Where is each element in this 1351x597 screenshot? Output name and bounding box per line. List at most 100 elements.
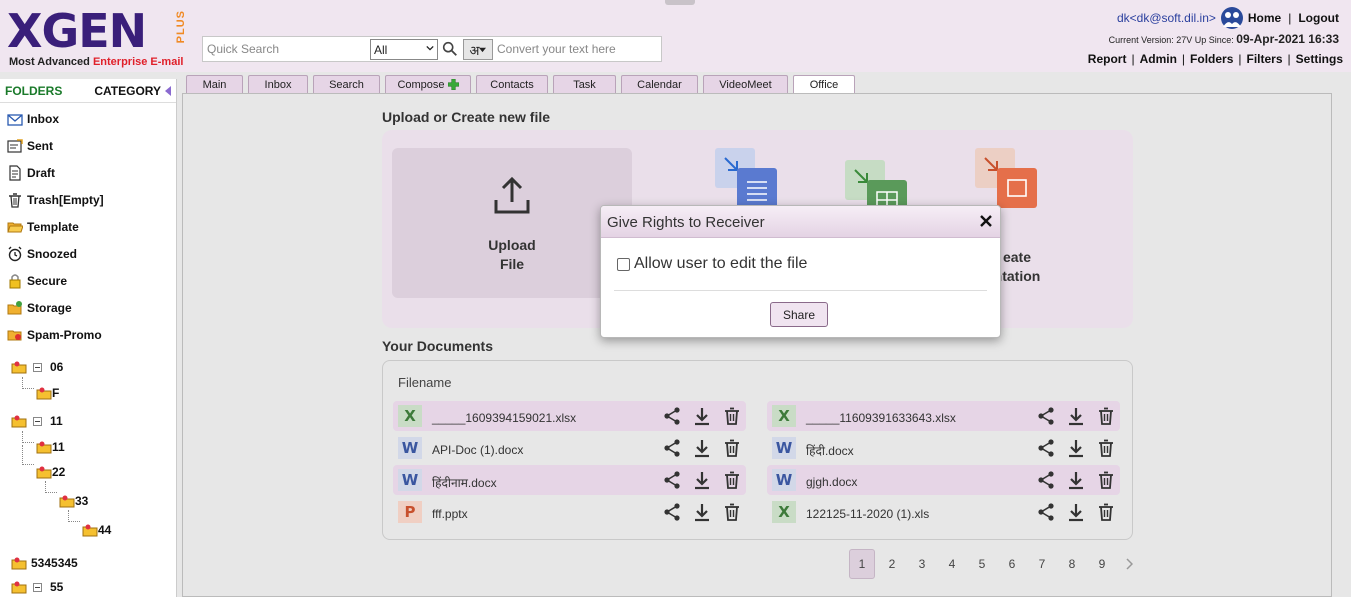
share-icon[interactable] bbox=[662, 406, 682, 426]
trash-icon[interactable] bbox=[1096, 438, 1116, 458]
trash-icon[interactable] bbox=[1096, 406, 1116, 426]
language-toggle-button[interactable]: अ bbox=[463, 39, 493, 60]
settings-link[interactable]: Settings bbox=[1296, 52, 1343, 66]
allow-edit-checkbox[interactable] bbox=[617, 257, 630, 271]
page-4-button[interactable]: 4 bbox=[939, 549, 965, 579]
file-name[interactable]: gjgh.docx bbox=[806, 475, 1036, 489]
download-icon[interactable] bbox=[692, 406, 712, 426]
tab-videomeet[interactable]: VideoMeet bbox=[703, 75, 788, 93]
search-filter-select[interactable]: All bbox=[370, 39, 438, 60]
tab-compose[interactable]: Compose bbox=[385, 75, 471, 93]
page-9-button[interactable]: 9 bbox=[1089, 549, 1115, 579]
tab-search[interactable]: Search bbox=[313, 75, 380, 93]
trash-icon[interactable] bbox=[722, 406, 742, 426]
sidebar-item-draft[interactable]: Draft bbox=[7, 165, 55, 181]
tab-office[interactable]: Office bbox=[793, 75, 855, 94]
convert-text-input[interactable] bbox=[495, 37, 661, 61]
search-icon[interactable] bbox=[441, 40, 459, 58]
sidebar-item-sent[interactable]: Sent bbox=[7, 138, 53, 154]
tree-item-22[interactable]: 22 bbox=[36, 464, 65, 480]
share-icon[interactable] bbox=[662, 502, 682, 522]
user-avatar-icon[interactable] bbox=[1220, 6, 1244, 30]
upload-file-card[interactable]: Upload File bbox=[392, 148, 632, 298]
page-6-button[interactable]: 6 bbox=[999, 549, 1025, 579]
next-page-chevron-icon[interactable] bbox=[1119, 549, 1139, 579]
sidebar-item-trash[interactable]: Trash[Empty] bbox=[7, 192, 104, 208]
sidebar-item-template[interactable]: Template bbox=[7, 219, 79, 235]
folders-link[interactable]: Folders bbox=[1190, 52, 1233, 66]
trash-icon[interactable] bbox=[1096, 470, 1116, 490]
download-icon[interactable] bbox=[692, 502, 712, 522]
tree-item-f[interactable]: F bbox=[36, 385, 59, 401]
sidebar-item-spam-promo[interactable]: Spam-Promo bbox=[7, 327, 102, 343]
page-5-button[interactable]: 5 bbox=[969, 549, 995, 579]
tree-item-5345345[interactable]: 5345345 bbox=[11, 555, 78, 571]
tree-item-55[interactable]: 55 bbox=[11, 579, 63, 595]
download-icon[interactable] bbox=[692, 470, 712, 490]
document-row[interactable]: W API-Doc (1).docx bbox=[393, 433, 746, 463]
sidebar-item-snoozed[interactable]: Snoozed bbox=[7, 246, 77, 262]
page-1-button[interactable]: 1 bbox=[849, 549, 875, 579]
close-icon[interactable] bbox=[976, 211, 996, 231]
quick-search-input[interactable] bbox=[203, 37, 369, 61]
file-name[interactable]: हिंदी.docx bbox=[806, 442, 1036, 459]
document-row[interactable]: X _____11609391633643.xlsx bbox=[767, 401, 1120, 431]
share-icon[interactable] bbox=[1036, 438, 1056, 458]
tree-item-33[interactable]: 33 bbox=[59, 493, 88, 509]
file-name[interactable]: _____11609391633643.xlsx bbox=[806, 411, 1036, 425]
collapse-arrow-icon[interactable] bbox=[165, 85, 171, 96]
collapse-toggle-icon[interactable] bbox=[33, 416, 42, 426]
download-icon[interactable] bbox=[1066, 438, 1086, 458]
download-icon[interactable] bbox=[692, 438, 712, 458]
share-icon[interactable] bbox=[1036, 406, 1056, 426]
admin-link[interactable]: Admin bbox=[1140, 52, 1177, 66]
trash-icon[interactable] bbox=[722, 438, 742, 458]
file-name[interactable]: 122125-11-2020 (1).xls bbox=[806, 507, 1036, 521]
document-row[interactable]: X 122125-11-2020 (1).xls bbox=[767, 497, 1120, 527]
tab-main[interactable]: Main bbox=[186, 75, 243, 93]
report-link[interactable]: Report bbox=[1088, 52, 1127, 66]
download-icon[interactable] bbox=[1066, 502, 1086, 522]
page-8-button[interactable]: 8 bbox=[1059, 549, 1085, 579]
download-icon[interactable] bbox=[1066, 470, 1086, 490]
logout-link[interactable]: Logout bbox=[1298, 11, 1339, 25]
file-name[interactable]: API-Doc (1).docx bbox=[432, 443, 662, 457]
folders-tab[interactable]: FOLDERS bbox=[5, 84, 62, 98]
trash-icon[interactable] bbox=[722, 502, 742, 522]
collapse-toggle-icon[interactable] bbox=[33, 362, 42, 372]
document-row[interactable]: W हिंदीनाम.docx bbox=[393, 465, 746, 495]
document-row[interactable]: X _____1609394159021.xlsx bbox=[393, 401, 746, 431]
filters-link[interactable]: Filters bbox=[1247, 52, 1283, 66]
share-icon[interactable] bbox=[662, 438, 682, 458]
share-icon[interactable] bbox=[1036, 502, 1056, 522]
create-presentation-icon[interactable] bbox=[975, 148, 1039, 210]
home-link[interactable]: Home bbox=[1248, 11, 1281, 25]
tab-calendar[interactable]: Calendar bbox=[621, 75, 698, 93]
document-row[interactable]: Pfff.pptx bbox=[393, 497, 746, 527]
tab-inbox[interactable]: Inbox bbox=[248, 75, 308, 93]
file-name[interactable]: _____1609394159021.xlsx bbox=[432, 411, 662, 425]
page-3-button[interactable]: 3 bbox=[909, 549, 935, 579]
allow-edit-option[interactable]: Allow user to edit the file bbox=[617, 255, 807, 273]
download-icon[interactable] bbox=[1066, 406, 1086, 426]
share-icon[interactable] bbox=[662, 470, 682, 490]
trash-icon[interactable] bbox=[1096, 502, 1116, 522]
sidebar-item-storage[interactable]: Storage bbox=[7, 300, 72, 316]
create-document-icon[interactable] bbox=[715, 148, 779, 210]
page-7-button[interactable]: 7 bbox=[1029, 549, 1055, 579]
page-2-button[interactable]: 2 bbox=[879, 549, 905, 579]
share-button[interactable]: Share bbox=[770, 302, 828, 327]
trash-icon[interactable] bbox=[722, 470, 742, 490]
tree-item-11-child[interactable]: 11 bbox=[36, 439, 65, 455]
tree-item-06[interactable]: 06 bbox=[11, 359, 63, 375]
category-tab[interactable]: CATEGORY bbox=[94, 84, 171, 98]
collapse-handle[interactable] bbox=[665, 0, 695, 5]
sidebar-item-inbox[interactable]: Inbox bbox=[7, 111, 59, 127]
file-name[interactable]: fff.pptx bbox=[432, 507, 662, 521]
tab-contacts[interactable]: Contacts bbox=[476, 75, 548, 93]
tree-item-11[interactable]: 11 bbox=[11, 413, 63, 429]
sidebar-item-secure[interactable]: Secure bbox=[7, 273, 67, 289]
document-row[interactable]: Wgjgh.docx bbox=[767, 465, 1120, 495]
file-name[interactable]: हिंदीनाम.docx bbox=[432, 474, 662, 491]
document-row[interactable]: W हिंदी.docx bbox=[767, 433, 1120, 463]
